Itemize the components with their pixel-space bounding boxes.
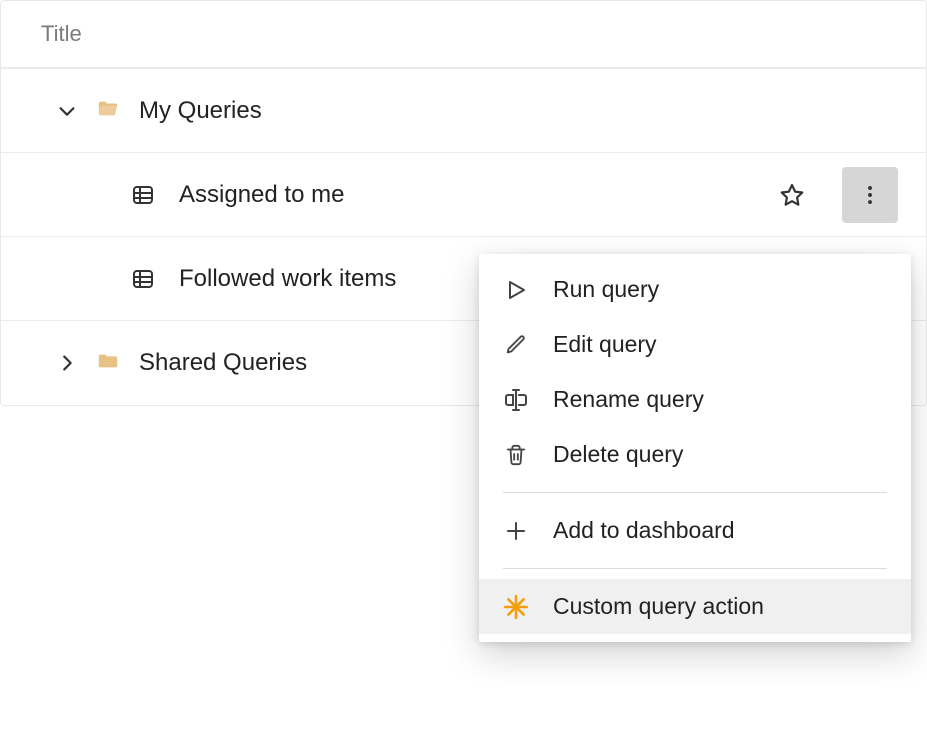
tree-row-assigned[interactable]: Assigned to me bbox=[1, 153, 926, 237]
folder-open-icon bbox=[95, 98, 121, 124]
menu-item-rename-query[interactable]: Rename query bbox=[479, 372, 911, 427]
queries-panel: Title My Queries Assigned to me bbox=[0, 0, 927, 406]
menu-label: Rename query bbox=[553, 386, 704, 413]
more-actions-button[interactable] bbox=[842, 167, 898, 223]
rename-icon bbox=[503, 387, 529, 413]
chevron-right-icon[interactable] bbox=[53, 349, 81, 377]
chevron-down-icon[interactable] bbox=[53, 97, 81, 125]
trash-icon bbox=[503, 442, 529, 468]
folder-icon bbox=[95, 350, 121, 376]
more-vertical-icon bbox=[857, 182, 883, 208]
menu-item-edit-query[interactable]: Edit query bbox=[479, 317, 911, 372]
tree-row-my-queries[interactable]: My Queries bbox=[1, 69, 926, 153]
pencil-icon bbox=[503, 332, 529, 358]
play-icon bbox=[503, 277, 529, 303]
sparkle-icon bbox=[503, 594, 529, 620]
menu-label: Edit query bbox=[553, 331, 657, 358]
plus-icon bbox=[503, 518, 529, 544]
tree-label: My Queries bbox=[139, 97, 898, 125]
query-list-icon bbox=[131, 183, 155, 207]
menu-label: Delete query bbox=[553, 441, 683, 468]
menu-divider bbox=[503, 568, 887, 569]
menu-item-delete-query[interactable]: Delete query bbox=[479, 427, 911, 482]
menu-item-custom-action[interactable]: Custom query action bbox=[479, 579, 911, 634]
menu-label: Custom query action bbox=[553, 593, 764, 620]
favorite-button[interactable] bbox=[764, 167, 820, 223]
column-header-title: Title bbox=[1, 1, 926, 69]
menu-divider bbox=[503, 492, 887, 493]
menu-label: Run query bbox=[553, 276, 659, 303]
row-actions bbox=[764, 167, 898, 223]
header-label: Title bbox=[41, 21, 82, 46]
menu-item-add-dashboard[interactable]: Add to dashboard bbox=[479, 503, 911, 558]
menu-label: Add to dashboard bbox=[553, 517, 735, 544]
tree-label: Assigned to me bbox=[179, 181, 764, 209]
star-icon bbox=[779, 182, 805, 208]
context-menu: Run query Edit query Rename query Delete… bbox=[479, 254, 911, 642]
menu-item-run-query[interactable]: Run query bbox=[479, 262, 911, 317]
query-list-icon bbox=[131, 267, 155, 291]
